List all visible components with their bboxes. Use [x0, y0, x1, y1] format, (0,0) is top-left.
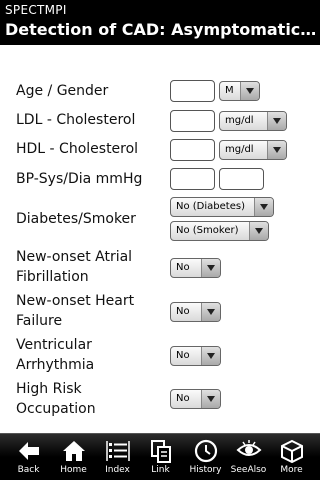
gender-select-value: M: [225, 85, 234, 96]
heart-failure-label-line2: Failure: [16, 313, 63, 329]
chevron-down-icon: [201, 347, 220, 365]
afib-select-value: No: [176, 262, 190, 273]
hdl-label: HDL - Cholesterol: [16, 141, 139, 157]
chevron-down-icon: [254, 198, 273, 216]
ldl-unit-value: mg/dl: [225, 115, 254, 126]
tab-more[interactable]: More: [263, 434, 320, 480]
heart-failure-label-line1: New-onset Heart: [16, 293, 135, 309]
chevron-down-icon: [267, 141, 286, 159]
smoker-select-value: No (Smoker): [176, 225, 239, 236]
afib-label-line2: Fibrillation: [16, 269, 89, 285]
chevron-down-icon: [201, 303, 220, 321]
arrhythmia-select-value: No: [176, 350, 190, 361]
afib-select[interactable]: No: [170, 258, 221, 278]
gender-select[interactable]: M: [219, 81, 260, 101]
occupation-label-line1: High Risk: [16, 381, 82, 397]
occupation-select[interactable]: No: [170, 389, 221, 409]
chevron-down-icon: [267, 112, 286, 130]
heart-failure-select[interactable]: No: [170, 302, 221, 322]
age-gender-label: Age / Gender: [16, 83, 109, 99]
hdl-unit-value: mg/dl: [225, 144, 254, 155]
chevron-down-icon: [249, 222, 268, 240]
chevron-down-icon: [240, 82, 259, 100]
diabetes-select-value: No (Diabetes): [176, 201, 245, 212]
chevron-down-icon: [201, 259, 220, 277]
smoker-select[interactable]: No (Smoker): [170, 221, 269, 241]
arrhythmia-label-line1: Ventricular: [16, 337, 92, 353]
clock-icon: [194, 439, 217, 463]
tab-more-label: More: [280, 465, 303, 475]
app-name: SPECTMPI: [5, 3, 67, 17]
heart-failure-select-value: No: [176, 306, 190, 317]
page-title: Detection of CAD: Asymptomatic (without …: [5, 20, 317, 39]
link-icon: [150, 440, 171, 463]
back-arrow-icon: [18, 442, 39, 460]
occupation-select-value: No: [176, 393, 190, 404]
home-icon: [62, 441, 85, 461]
box-icon: [280, 439, 303, 464]
ldl-input[interactable]: [170, 110, 215, 132]
bp-label: BP-Sys/Dia mmHg: [16, 171, 143, 187]
arrhythmia-label-line2: Arrhythmia: [16, 357, 95, 373]
diabetes-select[interactable]: No (Diabetes): [170, 197, 274, 217]
hdl-unit-select[interactable]: mg/dl: [219, 140, 287, 160]
age-input[interactable]: [170, 80, 215, 102]
ldl-label: LDL - Cholesterol: [16, 112, 136, 128]
header-bar: SPECTMPI Detection of CAD: Asymptomatic …: [0, 0, 320, 45]
ldl-unit-select[interactable]: mg/dl: [219, 111, 287, 131]
arrhythmia-select[interactable]: No: [170, 346, 221, 366]
diabetes-smoker-label: Diabetes/Smoker: [16, 211, 136, 227]
occupation-label-line2: Occupation: [16, 401, 96, 417]
bp-systolic-input[interactable]: [170, 168, 215, 190]
chevron-down-icon: [201, 390, 220, 408]
hdl-input[interactable]: [170, 139, 215, 161]
afib-label-line1: New-onset Atrial: [16, 249, 133, 265]
bp-diastolic-input[interactable]: [219, 168, 264, 190]
index-list-icon: [105, 441, 130, 461]
bottom-tab-bar: Back Home Index Link History SeeAlso Mor…: [0, 433, 320, 480]
eye-icon: [236, 440, 261, 456]
